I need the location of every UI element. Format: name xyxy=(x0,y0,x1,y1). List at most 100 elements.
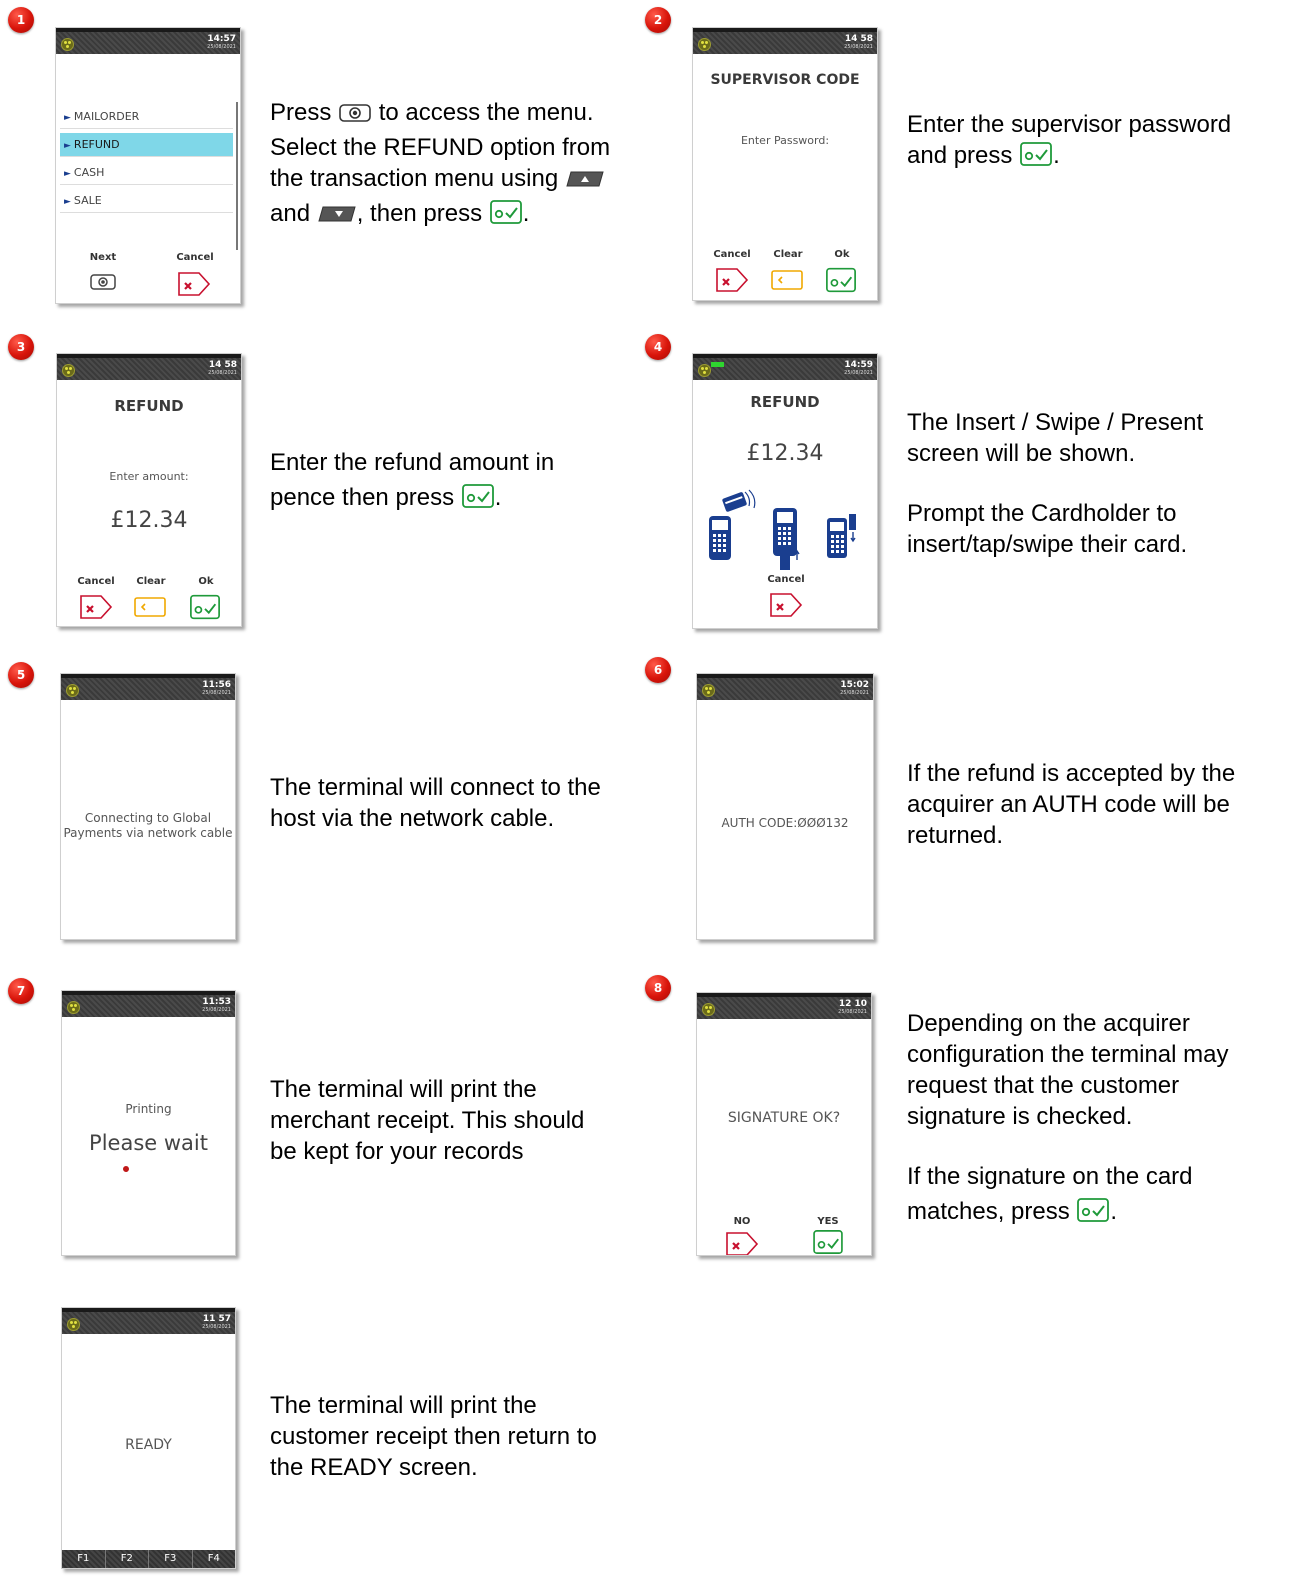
clock-time: 12 10 xyxy=(838,999,867,1009)
card-insert-icon xyxy=(769,506,803,570)
clock-date: 25/08/2021 xyxy=(838,1009,867,1015)
menu-item-cash[interactable]: ► CASH xyxy=(60,161,233,185)
instruction-9: The terminal will print the customer rec… xyxy=(270,1390,645,1483)
function-keys: F1 F2 F3 F4 xyxy=(62,1550,235,1568)
instruction-text: host via the network cable. xyxy=(270,805,555,832)
clear-label: Clear xyxy=(773,249,803,260)
function-key-f1[interactable]: F1 xyxy=(62,1550,106,1568)
terminal-screen-menu: 14:57 25/08/2021 ► MAILORDER ► REFUND ► CAS… xyxy=(55,27,241,304)
menu-item-label: CASH xyxy=(73,166,105,179)
instruction-text: acquirer an AUTH code will be xyxy=(907,791,1230,818)
ok-key-icon[interactable] xyxy=(189,593,221,621)
instruction-text: signature is checked. xyxy=(907,1103,1133,1130)
cancel-key-icon[interactable] xyxy=(725,1231,759,1255)
screen-title: REFUND xyxy=(750,393,820,411)
logo-icon xyxy=(67,1001,80,1014)
clock-time: 14:59 xyxy=(844,360,873,370)
menu-item-sale[interactable]: ► SALE xyxy=(60,189,233,213)
status-bar: 12 10 25/08/2021 xyxy=(697,993,871,1019)
down-arrow-key-icon xyxy=(317,202,357,233)
instruction-text: and press xyxy=(907,142,1013,169)
instruction-5: The terminal will connect to the host vi… xyxy=(270,772,645,834)
instruction-text: be kept for your records xyxy=(270,1138,524,1165)
clock-time: 11:53 xyxy=(202,997,231,1007)
ok-key-icon[interactable] xyxy=(812,1229,844,1255)
ok-label: Ok xyxy=(198,576,214,587)
instruction-4: The Insert / Swipe / Present screen will… xyxy=(907,407,1282,560)
menu-key-icon[interactable] xyxy=(89,272,117,292)
card-swipe-icon xyxy=(825,514,865,562)
clock: 11:56 25/08/2021 xyxy=(202,680,231,696)
function-key-f4[interactable]: F4 xyxy=(192,1550,235,1568)
terminal-screen-connecting: 11:56 25/08/2021 Connecting to Global Pa… xyxy=(60,673,236,940)
logo-icon xyxy=(702,1003,715,1016)
clock-date: 25/08/2021 xyxy=(840,690,869,696)
please-wait-label: Please wait xyxy=(89,1131,208,1155)
clock: 14 58 25/08/2021 xyxy=(208,360,237,376)
up-arrow-key-icon xyxy=(565,167,605,198)
instruction-text: , then press xyxy=(356,200,483,227)
instruction-6: If the refund is accepted by the acquire… xyxy=(907,758,1282,851)
clock-date: 25/08/2021 xyxy=(202,690,231,696)
instruction-text: The terminal will print the xyxy=(270,1392,537,1419)
step-badge-4: 4 xyxy=(645,334,671,360)
logo-icon xyxy=(698,364,711,377)
amount-value: £12.34 xyxy=(110,508,188,533)
screen-title: REFUND xyxy=(114,397,184,415)
instruction-text: the transaction menu using xyxy=(270,165,559,192)
instruction-text: Depending on the acquirer xyxy=(907,1010,1190,1037)
terminal-screen-auth-code: 15:02 25/08/2021 AUTH CODE:ØØØ132 xyxy=(696,673,874,940)
ok-key-icon xyxy=(489,199,523,233)
connecting-message-line2: Payments via network cable xyxy=(63,826,233,840)
ok-key-icon xyxy=(1019,141,1053,175)
clear-key-icon[interactable] xyxy=(770,269,804,291)
instruction-8: Depending on the acquirer configuration … xyxy=(907,1008,1282,1231)
yes-label: YES xyxy=(817,1216,839,1227)
status-bar: 11:53 25/08/2021 xyxy=(62,991,235,1017)
instruction-text: Prompt the Cardholder to xyxy=(907,500,1177,527)
clock: 14 58 25/08/2021 xyxy=(844,34,873,50)
menu-item-label: SALE xyxy=(73,194,102,207)
ok-key-icon xyxy=(461,483,495,517)
menu-item-label: REFUND xyxy=(73,138,120,151)
progress-indicator xyxy=(123,1166,129,1172)
step-badge-1: 1 xyxy=(8,7,34,33)
logo-icon xyxy=(698,38,711,51)
status-bar: 14:59 25/08/2021 xyxy=(693,354,877,380)
clock-time: 14 58 xyxy=(208,360,237,370)
instruction-text: merchant receipt. This should xyxy=(270,1107,585,1134)
function-key-f2[interactable]: F2 xyxy=(105,1550,149,1568)
triangle-icon: ► xyxy=(64,141,71,151)
step-badge-2: 2 xyxy=(645,7,671,33)
cancel-label: Cancel xyxy=(176,252,214,263)
triangle-icon: ► xyxy=(64,169,71,179)
status-indicator xyxy=(711,362,724,367)
scrollbar[interactable] xyxy=(236,102,238,250)
no-label: NO xyxy=(733,1216,751,1227)
instruction-text: The Insert / Swipe / Present xyxy=(907,409,1204,436)
menu-item-mailorder[interactable]: ► MAILORDER xyxy=(60,105,233,129)
instruction-text: . xyxy=(494,484,502,511)
instruction-text: and xyxy=(270,200,311,227)
instruction-text: Select the REFUND option from xyxy=(270,134,611,161)
cancel-key-icon[interactable] xyxy=(177,271,211,297)
clock-time: 11:56 xyxy=(202,680,231,690)
status-bar: 15:02 25/08/2021 xyxy=(697,674,873,700)
ok-key-icon[interactable] xyxy=(825,266,857,294)
clock: 15:02 25/08/2021 xyxy=(840,680,869,696)
step-badge-5: 5 xyxy=(8,662,34,688)
terminal-screen-printing: 11:53 25/08/2021 Printing Please wait xyxy=(61,990,236,1256)
menu-item-refund[interactable]: ► REFUND xyxy=(60,133,233,157)
cancel-key-icon[interactable] xyxy=(79,594,113,620)
instruction-text: The terminal will connect to the xyxy=(270,774,601,801)
cancel-key-icon[interactable] xyxy=(715,267,749,293)
instruction-text: If the refund is accepted by the xyxy=(907,760,1236,787)
function-key-f3[interactable]: F3 xyxy=(149,1550,193,1568)
cancel-key-icon[interactable] xyxy=(769,592,803,618)
triangle-icon: ► xyxy=(64,197,71,207)
terminal-screen-signature: 12 10 25/08/2021 SIGNATURE OK? NO YES xyxy=(696,992,872,1256)
clock-time: 14:57 xyxy=(207,34,236,44)
clock: 12 10 25/08/2021 xyxy=(838,999,867,1015)
clear-key-icon[interactable] xyxy=(133,596,167,618)
instruction-text: screen will be shown. xyxy=(907,440,1136,467)
